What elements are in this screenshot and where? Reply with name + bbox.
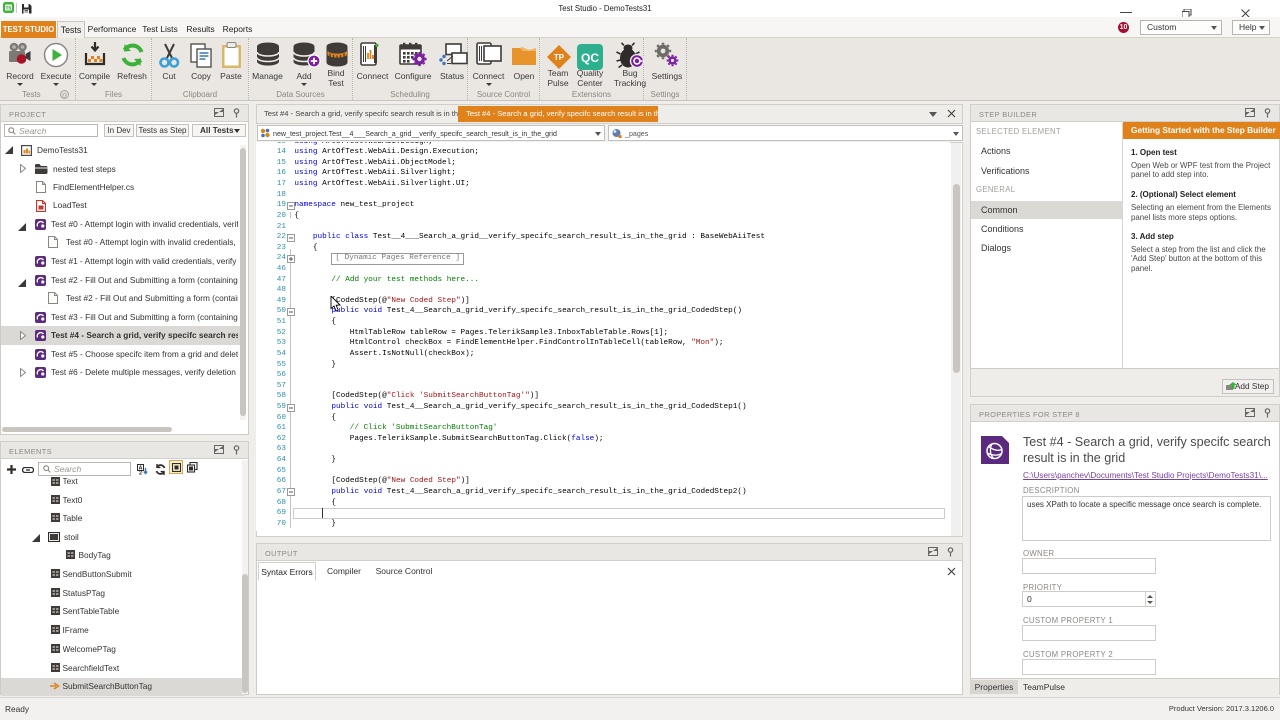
svg-text:@: @ <box>61 93 67 99</box>
svg-text:TS: TS <box>6 6 12 11</box>
svg-text:TP: TP <box>554 53 565 62</box>
svg-text:QC: QC <box>581 51 599 65</box>
svg-text:2: 2 <box>139 471 142 475</box>
